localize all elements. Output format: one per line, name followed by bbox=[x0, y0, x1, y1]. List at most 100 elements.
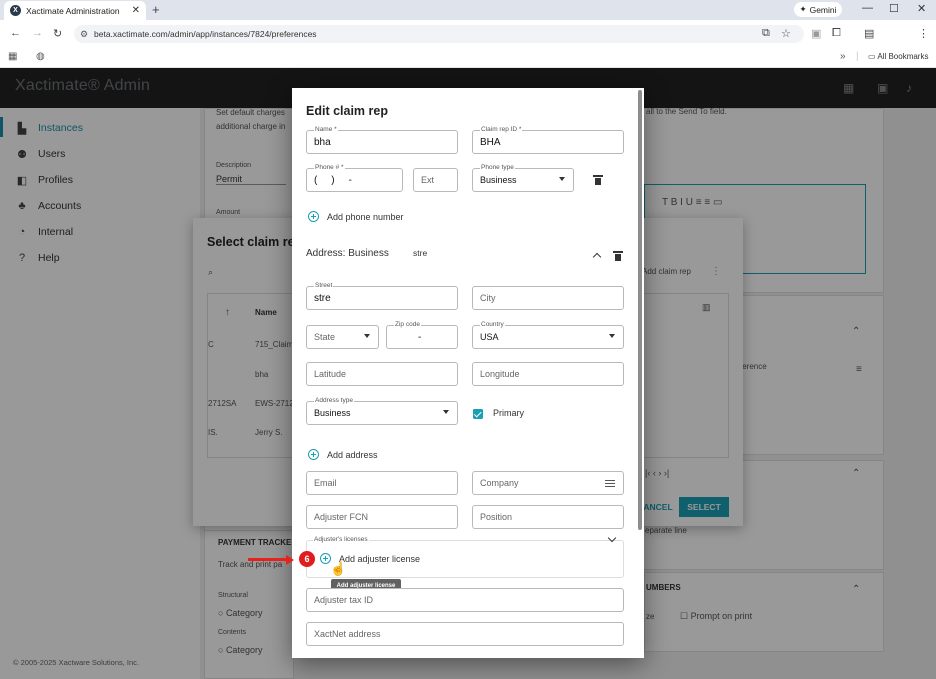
address-type-value: Business bbox=[314, 408, 351, 418]
dialog-scrollbar[interactable] bbox=[638, 90, 642, 530]
browser-tab[interactable]: X Xactimate Administration ✕ bbox=[4, 1, 146, 20]
new-tab-button[interactable]: + bbox=[152, 2, 160, 17]
company-placeholder: Company bbox=[480, 478, 519, 488]
reload-icon[interactable]: ↻ bbox=[53, 27, 62, 40]
phone-field[interactable]: Phone # * ( ) - bbox=[306, 164, 403, 192]
browser-tab-strip: X Xactimate Administration ✕ + ✦ Gemini … bbox=[0, 0, 936, 20]
longitude-placeholder: Longitude bbox=[480, 369, 520, 379]
adjuster-tax-id-field[interactable]: Adjuster tax ID bbox=[306, 588, 624, 612]
add-circle-icon bbox=[308, 449, 319, 460]
primary-checkbox[interactable] bbox=[473, 409, 483, 419]
claim-rep-id-label: Claim rep ID * bbox=[480, 126, 523, 134]
add-adjuster-license-label: Add adjuster license bbox=[339, 553, 421, 564]
state-placeholder: State bbox=[314, 332, 336, 342]
country-value: USA bbox=[480, 332, 499, 342]
position-field[interactable]: Position bbox=[472, 505, 624, 529]
country-select[interactable]: Country USA bbox=[472, 321, 624, 349]
zip-code-field[interactable]: Zip code - bbox=[386, 321, 458, 349]
browser-menu-icon[interactable]: ⋮ bbox=[918, 27, 929, 40]
primary-label: Primary bbox=[493, 408, 524, 418]
adjuster-fcn-field[interactable]: Adjuster FCN bbox=[306, 505, 458, 529]
maximize-button[interactable]: ☐ bbox=[889, 2, 899, 15]
tab-title: Xactimate Administration bbox=[26, 5, 120, 16]
minimize-button[interactable]: — bbox=[862, 2, 873, 14]
globe-bookmark-icon[interactable]: ◍ bbox=[36, 51, 45, 62]
phone-type-select[interactable]: Phone type Business bbox=[472, 164, 574, 192]
phone-type-value: Business bbox=[480, 175, 517, 185]
dropdown-caret-icon bbox=[364, 334, 370, 338]
close-window-button[interactable]: ✕ bbox=[917, 2, 926, 15]
url-field[interactable]: ⚙ beta.xactimate.com/admin/app/instances… bbox=[74, 25, 804, 43]
name-field[interactable]: Name * bha bbox=[306, 126, 458, 154]
gemini-button[interactable]: ✦ Gemini bbox=[794, 2, 842, 17]
annotation-arrow-line bbox=[248, 558, 288, 561]
address-type-select[interactable]: Address type Business bbox=[306, 397, 458, 425]
dropdown-caret-icon bbox=[559, 177, 565, 181]
address-type-label: Address type bbox=[314, 397, 354, 405]
bookmarks-bar bbox=[0, 48, 936, 68]
adjuster-fcn-placeholder: Adjuster FCN bbox=[314, 512, 369, 522]
add-phone-number-label: Add phone number bbox=[327, 211, 404, 222]
all-bookmarks-label: All Bookmarks bbox=[877, 52, 929, 61]
state-select[interactable]: State bbox=[306, 325, 379, 349]
phone-label: Phone # * bbox=[314, 164, 345, 172]
more-bookmarks-icon[interactable]: » bbox=[840, 51, 846, 62]
ext-placeholder: Ext bbox=[421, 175, 435, 185]
extension-icon[interactable]: ▣ bbox=[811, 27, 821, 40]
dialog-title: Edit claim rep bbox=[306, 104, 388, 118]
add-address-label: Add address bbox=[327, 449, 378, 460]
delete-phone-icon[interactable] bbox=[593, 175, 603, 185]
all-bookmarks-link[interactable]: ▭ All Bookmarks bbox=[868, 52, 928, 61]
address-section-summary: stre bbox=[413, 248, 428, 258]
zip-code-label: Zip code bbox=[394, 321, 421, 329]
adjuster-tax-id-placeholder: Adjuster tax ID bbox=[314, 595, 374, 605]
street-value: stre bbox=[314, 293, 331, 304]
adjuster-licenses-label: Adjuster's licenses bbox=[313, 536, 369, 543]
apps-grid-icon[interactable]: ▦ bbox=[8, 51, 17, 62]
annotation-arrow-head-icon bbox=[286, 554, 294, 565]
collapse-chevron-up-icon[interactable] bbox=[592, 252, 602, 262]
address-section-title: Address: Business bbox=[306, 248, 389, 259]
delete-address-icon[interactable] bbox=[613, 251, 623, 261]
country-label: Country bbox=[480, 321, 505, 329]
bookmark-star-icon[interactable]: ☆ bbox=[781, 27, 791, 40]
ext-field[interactable]: Ext bbox=[413, 168, 458, 192]
xactnet-address-placeholder: XactNet address bbox=[314, 629, 381, 639]
step-number-badge: 6 bbox=[299, 551, 315, 567]
tab-close-icon[interactable]: ✕ bbox=[132, 5, 140, 16]
name-value: bha bbox=[314, 137, 331, 148]
puzzle-extensions-icon[interactable]: ⧠ bbox=[832, 27, 841, 40]
city-field[interactable]: City bbox=[472, 286, 624, 310]
bookmarks-divider: | bbox=[856, 51, 859, 62]
street-label: Street bbox=[314, 282, 334, 290]
gemini-sparkle-icon: ✦ bbox=[799, 4, 807, 14]
dropdown-caret-icon bbox=[609, 334, 615, 338]
claim-rep-id-value: BHA bbox=[480, 137, 501, 148]
email-placeholder: Email bbox=[314, 478, 337, 488]
dropdown-caret-icon bbox=[443, 410, 449, 414]
forward-arrow-icon[interactable]: → bbox=[32, 27, 43, 39]
add-phone-number-button[interactable]: Add phone number bbox=[308, 211, 404, 222]
email-field[interactable]: Email bbox=[306, 471, 458, 495]
longitude-field[interactable]: Longitude bbox=[472, 362, 624, 386]
back-arrow-icon[interactable]: ← bbox=[10, 27, 21, 39]
claim-rep-id-field[interactable]: Claim rep ID * BHA bbox=[472, 126, 624, 154]
company-list-icon[interactable] bbox=[605, 480, 615, 488]
latitude-placeholder: Latitude bbox=[314, 369, 347, 379]
xactnet-address-field[interactable]: XactNet address bbox=[306, 622, 624, 646]
name-label: Name * bbox=[314, 126, 338, 134]
gemini-label: Gemini bbox=[809, 4, 837, 15]
phone-type-label: Phone type bbox=[480, 164, 515, 172]
site-settings-icon[interactable]: ⚙ bbox=[80, 25, 88, 43]
folder-icon: ▭ bbox=[868, 52, 878, 61]
install-app-icon[interactable]: ⧉ bbox=[762, 27, 770, 40]
latitude-field[interactable]: Latitude bbox=[306, 362, 458, 386]
street-field[interactable]: Street stre bbox=[306, 282, 458, 310]
add-address-button[interactable]: Add address bbox=[308, 449, 378, 460]
url-text: beta.xactimate.com/admin/app/instances/7… bbox=[94, 29, 317, 39]
tab-search-icon[interactable]: ▤ bbox=[864, 27, 874, 40]
company-field[interactable]: Company bbox=[472, 471, 624, 495]
phone-value: ( ) - bbox=[314, 175, 352, 186]
add-circle-icon bbox=[308, 211, 319, 222]
position-placeholder: Position bbox=[480, 512, 513, 522]
